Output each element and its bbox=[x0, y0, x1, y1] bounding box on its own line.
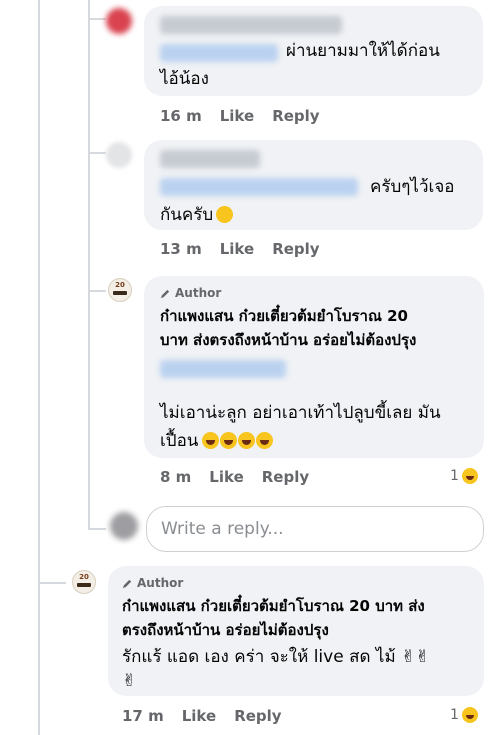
haha-reaction-icon bbox=[461, 468, 478, 484]
like-button[interactable]: Like bbox=[220, 240, 254, 258]
laughing-emoji bbox=[238, 432, 256, 449]
comment-text: กันครับ bbox=[160, 202, 234, 228]
page-name[interactable]: บาท ส่งตรงถึงหน้าบ้าน อร่อยไม่ต้องปรุง bbox=[160, 328, 416, 352]
thread-connector-4 bbox=[88, 528, 106, 530]
thread-line-nested bbox=[88, 0, 90, 530]
victory-hand-emoji: ✌ bbox=[401, 647, 416, 667]
blurred-mention bbox=[160, 178, 358, 196]
like-button[interactable]: Like bbox=[220, 107, 254, 125]
comment-text-content: กันครับ bbox=[160, 205, 214, 225]
reply-input[interactable]: Write a reply... bbox=[146, 506, 484, 552]
reply-button[interactable]: Reply bbox=[272, 107, 319, 125]
blurred-author-name bbox=[160, 16, 342, 34]
reply-button[interactable]: Reply bbox=[234, 707, 281, 725]
current-user-avatar[interactable] bbox=[110, 512, 138, 540]
comment-actions: 16 m Like Reply bbox=[160, 107, 332, 125]
comment-time[interactable]: 17 m bbox=[122, 707, 164, 725]
author-comment-bubble: Author ก๋าแพงแสน ก๋วยเตี๋ยวต้มยำโบราณ 20… bbox=[144, 276, 484, 458]
page-name[interactable]: ก๋าแพงแสน ก๋วยเตี๋ยวต้มยำโบราณ 20 บาท ส่… bbox=[122, 594, 425, 618]
thread-connector-5 bbox=[38, 582, 66, 584]
reply-button[interactable]: Reply bbox=[272, 240, 319, 258]
comment-time[interactable]: 8 m bbox=[160, 468, 191, 486]
comment-text-content: รักแร้ แอด เอง คร่า จะให้ live สด ไม้ bbox=[122, 647, 396, 667]
reaction-count[interactable]: 1 bbox=[450, 707, 478, 723]
thread-connector-1 bbox=[88, 18, 106, 20]
blurred-mention bbox=[160, 360, 286, 378]
reply-button[interactable]: Reply bbox=[262, 468, 309, 486]
thread-connector-2 bbox=[88, 152, 106, 154]
avatar[interactable] bbox=[106, 142, 132, 168]
page-name[interactable]: ตรงถึงหน้าบ้าน อร่อยไม่ต้องปรุง bbox=[122, 618, 329, 642]
author-badge: Author bbox=[160, 286, 221, 300]
like-button[interactable]: Like bbox=[209, 468, 243, 486]
comment-text: เปื้อน bbox=[160, 428, 274, 454]
like-button[interactable]: Like bbox=[182, 707, 216, 725]
laughing-emoji bbox=[256, 432, 274, 449]
victory-hand-emoji: ✌ bbox=[415, 647, 430, 667]
comment-text: ไอ้น้อง bbox=[160, 69, 209, 89]
comment-actions: 17 m Like Reply bbox=[122, 707, 294, 725]
page-logo-avatar[interactable]: 20 bbox=[72, 570, 96, 594]
page-name[interactable]: ก๋าแพงแสน ก๋วยเตี๋ยวต้มยำโบราณ 20 bbox=[160, 304, 408, 328]
comment-actions: 8 m Like Reply bbox=[160, 468, 321, 486]
laughing-emoji bbox=[220, 432, 238, 449]
haha-reaction-icon bbox=[461, 707, 478, 723]
blurred-author-name bbox=[160, 150, 260, 168]
comment-text: ไม่เอาน่ะลูก อย่าเอาเท้าไปลูบขี้เลย มัน bbox=[160, 403, 441, 423]
comment-time[interactable]: 13 m bbox=[160, 240, 202, 258]
reply-placeholder: Write a reply... bbox=[161, 519, 284, 539]
pencil-icon bbox=[160, 289, 170, 298]
comment-text: ✌ bbox=[122, 668, 136, 694]
page-logo-avatar[interactable]: 20 bbox=[108, 278, 132, 302]
comment-text: รักแร้ แอด เอง คร่า จะให้ live สด ไม้ ✌✌ bbox=[122, 644, 430, 670]
author-comment-bubble: Author ก๋าแพงแสน ก๋วยเตี๋ยวต้มยำโบราณ 20… bbox=[108, 566, 484, 696]
thread-line-main bbox=[38, 0, 40, 735]
author-badge: Author bbox=[122, 576, 183, 590]
comment-actions: 13 m Like Reply bbox=[160, 240, 332, 258]
comment-time[interactable]: 16 m bbox=[160, 107, 202, 125]
grin-sweat-emoji bbox=[216, 206, 234, 223]
victory-hand-emoji: ✌ bbox=[122, 671, 137, 691]
blurred-mention bbox=[160, 44, 278, 62]
reaction-count[interactable]: 1 bbox=[450, 468, 478, 484]
comment-bubble: ผ่านยามมาให้ได้ก่อน ไอ้น้อง bbox=[144, 6, 483, 96]
thread-connector-3 bbox=[88, 290, 106, 292]
laughing-emoji bbox=[202, 432, 220, 449]
comment-text-content: เปื้อน bbox=[160, 431, 199, 451]
pencil-icon bbox=[122, 579, 132, 588]
avatar[interactable] bbox=[106, 8, 132, 34]
comment-bubble: ครับๆไว้เจอ กันครับ bbox=[144, 140, 483, 230]
comment-text: ครับๆไว้เจอ bbox=[370, 177, 455, 197]
comment-text: ผ่านยามมาให้ได้ก่อน bbox=[286, 41, 440, 61]
